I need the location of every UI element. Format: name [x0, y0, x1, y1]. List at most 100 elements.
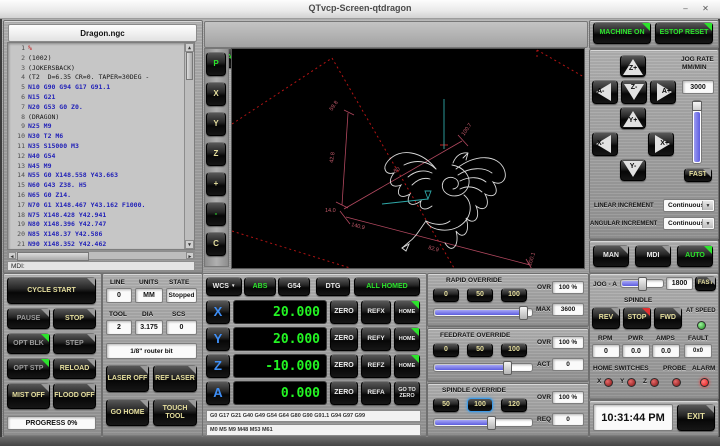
gcode-line[interactable]: 21 N90 X148.352 Y42.462 — [10, 240, 184, 250]
axis-select-button[interactable]: X — [206, 300, 230, 324]
mode-mdi-button[interactable]: MDI — [635, 245, 671, 267]
gcode-line[interactable]: 13 N45 M9 — [10, 162, 184, 172]
rapid-0-button[interactable]: 0 — [433, 288, 459, 302]
axis-ref-button[interactable]: REFY — [361, 327, 391, 351]
linear-increment-select[interactable]: Continuous ▼ — [663, 199, 715, 212]
mode-manual-button[interactable]: MAN — [593, 245, 629, 267]
jog-y-minus-button[interactable]: Y- — [620, 159, 646, 181]
chevron-down-icon[interactable]: ▼ — [702, 201, 713, 210]
gcode-line[interactable]: 7 N20 G53 G0 Z0. — [10, 103, 184, 113]
scroll-right-icon[interactable]: ► — [186, 252, 194, 259]
jog-x-minus-button[interactable]: X- — [592, 132, 618, 156]
axis-select-button[interactable]: Y — [206, 327, 230, 351]
touch-tool-button[interactable]: TOUCH TOOL — [153, 399, 197, 426]
gcode-line[interactable]: 16 N65 G0 Z14. — [10, 191, 184, 201]
gcode-vertical-scrollbar[interactable]: ▲ ▼ — [184, 43, 194, 249]
reload-button[interactable]: RELOAD — [53, 358, 96, 379]
view-button[interactable]: + — [206, 172, 226, 196]
axis-ref-button[interactable]: REFX — [361, 300, 391, 324]
view-button[interactable]: Y — [206, 112, 226, 136]
axis-ref-button[interactable]: REFA — [361, 381, 391, 405]
mist-button[interactable]: MIST OFF — [7, 383, 50, 409]
abs-mode-button[interactable]: ABS — [244, 277, 276, 296]
gcode-line[interactable]: 1 % — [10, 44, 184, 54]
gcode-line[interactable]: 5 N10 G90 G94 G17 G91.1 — [10, 83, 184, 93]
spindle-50-button[interactable]: 50 — [433, 398, 459, 412]
close-button[interactable]: ✕ — [699, 3, 712, 15]
jog-x-plus-button[interactable]: X+ — [648, 132, 674, 156]
exit-button[interactable]: EXIT — [677, 404, 715, 431]
gcode-line[interactable]: 15 N60 G43 Z38. H5 — [10, 181, 184, 191]
flood-button[interactable]: FLOOD OFF — [53, 383, 96, 409]
gcode-line[interactable]: 17 N70 G1 X148.467 Y43.162 F1000. — [10, 201, 184, 211]
jog-z-minus-button[interactable]: Z- — [621, 80, 647, 104]
gcode-line[interactable]: 8 (DRAGON) — [10, 113, 184, 123]
axis-zero-button[interactable]: ZERO — [330, 381, 358, 405]
axis-zero-button[interactable]: ZERO — [330, 354, 358, 378]
ref-laser-button[interactable]: REF LASER — [153, 365, 197, 392]
jog-a-slider[interactable] — [620, 279, 664, 288]
gcode-line[interactable]: 12 N40 G54 — [10, 152, 184, 162]
axis-home-button[interactable]: HOME — [394, 354, 420, 378]
feed-0-button[interactable]: 0 — [433, 343, 459, 357]
gremlin-preview[interactable]: 59.8 42.8 14.0 80 100.7 82.9 200.1 140.9 — [231, 48, 585, 269]
machine-on-button[interactable]: MACHINE ON — [593, 22, 651, 44]
axis-zero-button[interactable]: ZERO — [330, 300, 358, 324]
gcode-line[interactable]: 20 N85 X148.37 Y42.586 — [10, 230, 184, 240]
estop-reset-button[interactable]: ESTOP RESET — [655, 22, 713, 44]
mode-auto-button[interactable]: AUTO — [677, 245, 713, 267]
axis-home-button[interactable]: HOME — [394, 300, 420, 324]
go-home-button[interactable]: GO HOME — [106, 399, 149, 426]
gcode-line[interactable]: 4 (T2 D=6.35 CR=0. TAPER=30DEG - — [10, 73, 184, 83]
gcode-viewer[interactable]: 1 % 2 (1002) 3 (JOKERSBACK) 4 (T2 D=6.35… — [7, 42, 195, 250]
mdi-input[interactable]: MDI: — [7, 261, 195, 271]
jog-rate-slider-handle[interactable] — [692, 101, 702, 111]
wcs-dropdown-button[interactable]: WCS▼ — [206, 277, 242, 296]
step-button[interactable]: STEP — [53, 333, 96, 354]
gcode-line[interactable]: 6 N15 G21 — [10, 93, 184, 103]
spindle-fwd-button[interactable]: FWD — [654, 307, 682, 329]
scroll-left-icon[interactable]: ◄ — [8, 252, 16, 259]
rapid-override-slider[interactable] — [433, 308, 533, 317]
spindle-120-button[interactable]: 120 — [501, 398, 527, 412]
spindle-100-button[interactable]: 100 — [467, 398, 493, 412]
jog-rate-value[interactable]: 3000 — [682, 80, 714, 94]
feed-50-button[interactable]: 50 — [467, 343, 493, 357]
jog-z-plus-button[interactable]: Z+ — [620, 55, 646, 77]
jog-a-value[interactable]: 1800 — [666, 277, 693, 290]
view-button[interactable]: P — [206, 52, 226, 76]
spindle-stop-button[interactable]: STOP — [623, 307, 651, 329]
g54-system-button[interactable]: G54 — [278, 277, 310, 296]
scroll-down-icon[interactable]: ▼ — [185, 240, 194, 249]
jog-fast-button[interactable]: FAST — [684, 168, 712, 182]
rapid-50-button[interactable]: 50 — [467, 288, 493, 302]
axis-home-button[interactable]: GO TO ZERO — [394, 381, 420, 405]
gcode-line[interactable]: 3 (JOKERSBACK) — [10, 64, 184, 74]
dtg-button[interactable]: DTG — [316, 277, 350, 296]
vertical-scroll-thumb[interactable] — [186, 52, 193, 80]
view-button[interactable]: Z — [206, 142, 226, 166]
cycle-start-button[interactable]: CYCLE START — [7, 277, 96, 304]
laser-button[interactable]: LASER OFF — [106, 365, 149, 392]
angular-increment-select[interactable]: Continuous ▼ — [663, 217, 715, 230]
feed-100-button[interactable]: 100 — [501, 343, 527, 357]
feed-override-slider[interactable] — [433, 363, 533, 372]
optional-stop-button[interactable]: OPT STP — [7, 358, 50, 379]
pause-button[interactable]: PAUSE — [7, 308, 50, 329]
jog-a-plus-button[interactable]: A+ — [650, 80, 676, 104]
rapid-100-button[interactable]: 100 — [501, 288, 527, 302]
axis-home-button[interactable]: HOME — [394, 327, 420, 351]
gcode-line[interactable]: 14 N55 G0 X148.558 Y43.663 — [10, 171, 184, 181]
view-button[interactable]: C — [206, 232, 226, 256]
jog-y-plus-button[interactable]: Y+ — [620, 107, 646, 129]
spindle-rev-button[interactable]: REV — [592, 307, 620, 329]
gcode-line[interactable]: 9 N25 M9 — [10, 122, 184, 132]
gcode-line[interactable]: 19 N80 X148.396 Y42.747 — [10, 220, 184, 230]
optional-block-button[interactable]: OPT BLK — [7, 333, 50, 354]
gcode-horizontal-scrollbar[interactable]: ◄ ► — [7, 251, 195, 260]
axis-select-button[interactable]: Z — [206, 354, 230, 378]
view-button[interactable]: - — [206, 202, 226, 226]
jog-rate-slider[interactable] — [692, 100, 702, 164]
scroll-up-icon[interactable]: ▲ — [185, 43, 194, 52]
stop-button[interactable]: STOP — [53, 308, 96, 329]
